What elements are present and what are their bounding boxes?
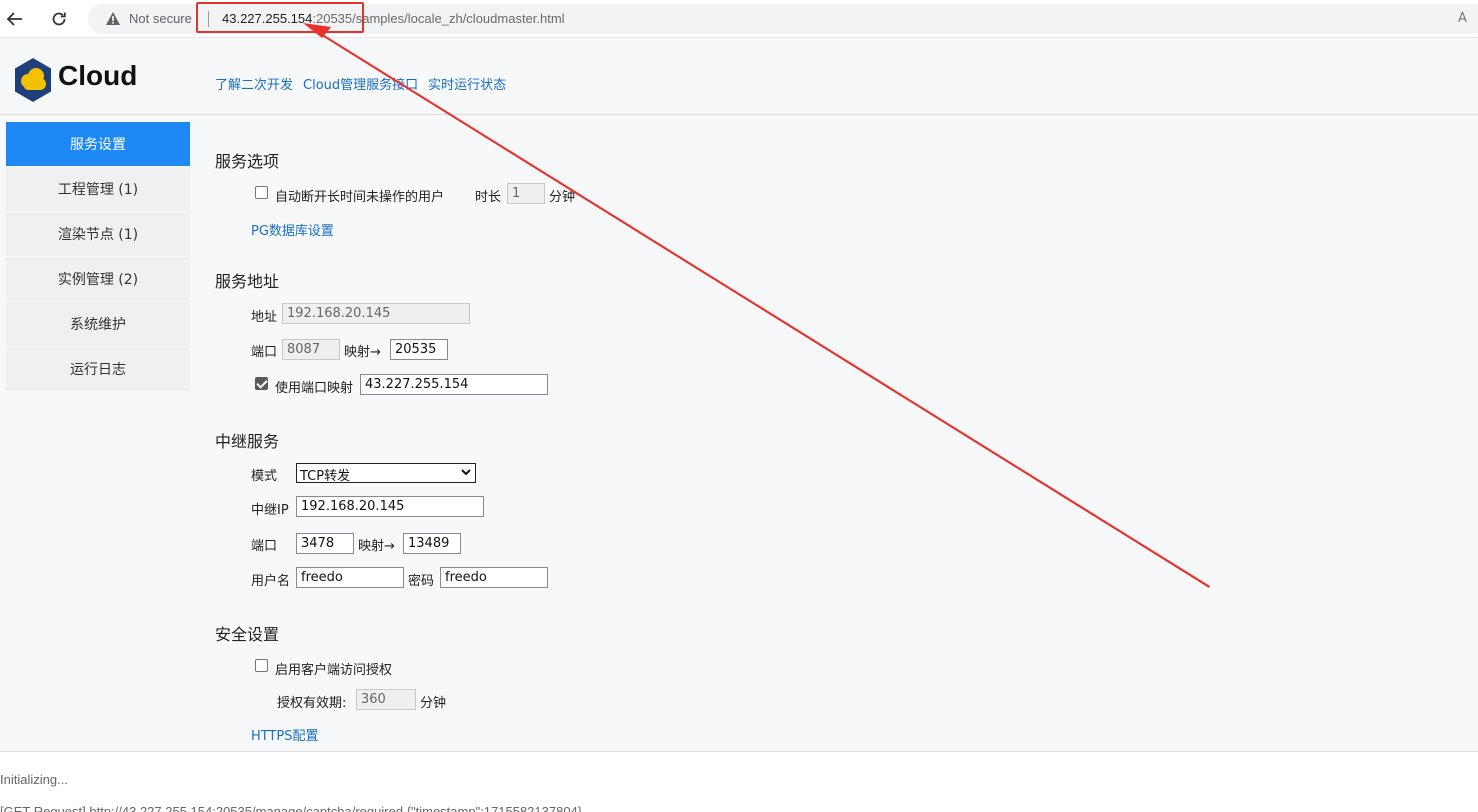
duration-minutes-label: 分钟 xyxy=(549,190,576,205)
sidebar-item-project-management[interactable]: 工程管理 (1) xyxy=(6,167,190,211)
link-secondary-dev[interactable]: 了解二次开发 xyxy=(215,74,293,93)
validity-label: 授权有效期: xyxy=(277,696,347,711)
header-divider xyxy=(0,114,1478,115)
relay-ip-label: 中继IP xyxy=(251,503,289,518)
relay-port-label: 端口 xyxy=(251,539,278,554)
client-auth-checkbox[interactable] xyxy=(255,659,268,672)
reload-icon xyxy=(52,12,66,26)
duration-input[interactable] xyxy=(507,183,545,204)
relay-ip-input[interactable] xyxy=(296,496,484,517)
sidebar-item-service-settings[interactable]: 服务设置 xyxy=(6,122,190,166)
reload-button[interactable] xyxy=(47,7,71,31)
annotation-highlight-box xyxy=(196,2,364,33)
relay-port-input[interactable] xyxy=(296,533,354,554)
relay-port-map-input[interactable] xyxy=(403,533,461,554)
chevron-down-icon xyxy=(461,469,471,476)
validity-minutes-label: 分钟 xyxy=(420,696,447,711)
duration-label: 时长 xyxy=(475,190,502,205)
link-runtime-status[interactable]: 实时运行状态 xyxy=(428,74,506,93)
section-title-security: 安全设置 xyxy=(215,625,280,644)
back-button[interactable] xyxy=(3,7,27,31)
https-config-link[interactable]: HTTPS配置 xyxy=(251,725,319,744)
sidebar-item-render-nodes[interactable]: 渲染节点 (1) xyxy=(6,212,190,256)
pg-database-settings-link[interactable]: PG数据库设置 xyxy=(251,220,334,239)
section-title-relay: 中继服务 xyxy=(215,432,280,451)
password-input[interactable] xyxy=(440,567,548,588)
top-nav: 了解二次开发 Cloud管理服务接口 实时运行状态 xyxy=(215,74,506,93)
port-label: 端口 xyxy=(251,345,278,360)
public-address-input[interactable] xyxy=(360,374,548,395)
section-title-service-address: 服务地址 xyxy=(215,272,280,291)
sidebar-item-system-maintenance[interactable]: 系统维护 xyxy=(6,302,190,346)
address-label: 地址 xyxy=(251,310,278,325)
warning-icon xyxy=(106,12,120,25)
auto-disconnect-checkbox[interactable] xyxy=(255,186,268,199)
annotation-arrow xyxy=(303,23,1210,588)
port-map-label: 映射→ xyxy=(344,345,381,360)
username-input[interactable] xyxy=(296,567,404,588)
not-secure-label[interactable]: Not secure xyxy=(129,11,192,26)
mode-select-value: TCP转发 xyxy=(300,469,351,484)
log-line: Initializing... xyxy=(0,772,68,787)
log-line: [GET Request] http://43.227.255.154:2053… xyxy=(0,804,583,812)
validity-input[interactable] xyxy=(356,689,416,710)
arrow-left-icon xyxy=(6,12,22,26)
address-input[interactable] xyxy=(282,303,470,324)
mode-select[interactable]: TCP转发 xyxy=(296,463,476,484)
read-aloud-icon[interactable]: A xyxy=(1458,11,1467,26)
use-port-map-label: 使用端口映射 xyxy=(275,381,354,396)
port-map-input[interactable] xyxy=(390,339,448,360)
client-auth-label: 启用客户端访问授权 xyxy=(275,663,393,678)
link-cloud-api[interactable]: Cloud管理服务接口 xyxy=(303,74,418,93)
password-label: 密码 xyxy=(408,574,435,589)
auto-disconnect-label: 自动断开长时间未操作的用户 xyxy=(275,190,445,205)
sidebar: 服务设置 工程管理 (1) 渲染节点 (1) 实例管理 (2) 系统维护 运行日… xyxy=(6,122,190,392)
username-label: 用户名 xyxy=(251,574,291,589)
log-panel: Initializing... [GET Request] http://43.… xyxy=(0,752,1478,812)
section-title-service-options: 服务选项 xyxy=(215,152,280,171)
use-port-map-checkbox[interactable] xyxy=(255,377,268,390)
mode-label: 模式 xyxy=(251,469,278,484)
logo-text: Cloud xyxy=(58,60,138,91)
port-input[interactable] xyxy=(282,339,340,360)
relay-port-map-label: 映射→ xyxy=(358,539,395,554)
sidebar-item-run-log[interactable]: 运行日志 xyxy=(6,347,190,391)
sidebar-item-instance-management[interactable]: 实例管理 (2) xyxy=(6,257,190,301)
cloud-logo-icon xyxy=(15,58,51,102)
